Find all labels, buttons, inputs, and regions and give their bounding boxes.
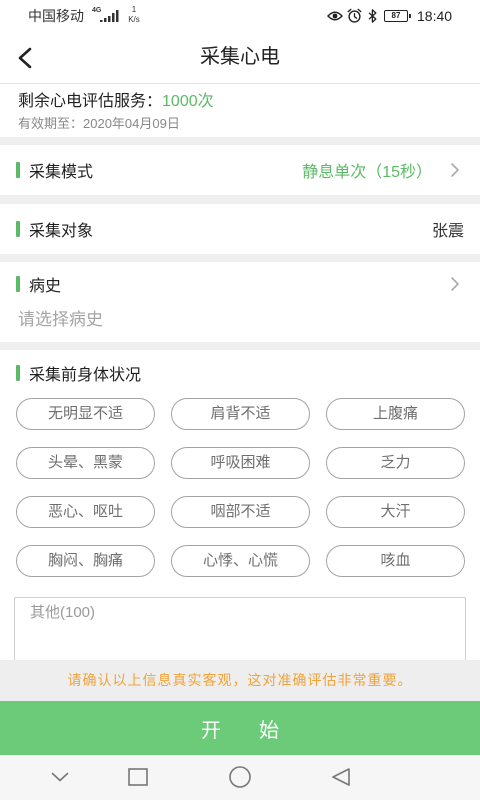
expiry-date: 有效期至：2020年04月09日 [18, 116, 180, 131]
ecg-collection-screen: 中国移动 4G 1 K/s 87 18:40 采集心电 剩余心电评估服务：100… [0, 0, 480, 800]
chevron-right-icon [451, 163, 459, 177]
medical-history-section: 病史 请选择病史 [0, 262, 480, 342]
chevron-down-icon [51, 772, 69, 782]
carrier-name: 中国移动 [28, 8, 84, 24]
collection-subject-value: 张震 [431, 223, 464, 240]
remaining-service-line: 剩余心电评估服务：1000次 [18, 91, 462, 113]
section-divider [0, 342, 480, 350]
service-label: 剩余心电评估服务： [18, 93, 163, 110]
chip-chest-tightness-pain[interactable]: 胸闷、胸痛 [16, 545, 155, 577]
body-condition-label: 采集前身体状况 [29, 367, 142, 384]
nav-hide-button[interactable] [51, 772, 69, 782]
condition-options: 无明显不适 肩背不适 上腹痛 头晕、黑蒙 呼吸困难 乏力 恶心、呕吐 咽部不适 … [0, 398, 480, 577]
battery-level: 87 [391, 11, 401, 20]
section-divider [0, 254, 480, 262]
header: 采集心电 [0, 32, 480, 84]
chip-throat-discomfort[interactable]: 咽部不适 [171, 496, 310, 528]
chip-dizziness-blackout[interactable]: 头晕、黑蒙 [16, 447, 155, 479]
chip-fatigue[interactable]: 乏力 [326, 447, 465, 479]
circle-icon [229, 766, 251, 788]
collection-mode-row[interactable]: 采集模式 静息单次（15秒） [0, 145, 480, 195]
service-count: 1000次 [162, 93, 214, 110]
bluetooth-icon [368, 9, 377, 23]
eye-icon [327, 11, 343, 21]
collection-subject-row: 采集对象 张震 [0, 204, 480, 254]
chip-upper-abdominal-pain[interactable]: 上腹痛 [326, 398, 465, 430]
nav-recents-button[interactable] [128, 768, 148, 786]
service-info: 剩余心电评估服务：1000次 有效期至：2020年04月09日 [0, 84, 480, 137]
confirmation-notice: 请确认以上信息真实客观，这对准确评估非常重要。 [0, 660, 480, 701]
collection-mode-value: 静息单次（15秒） [302, 164, 432, 181]
clock-time: 18:40 [417, 8, 453, 24]
battery-icon: 87 [384, 10, 411, 22]
section-marker [16, 162, 20, 178]
signal-icon [100, 10, 119, 22]
chip-breathing-difficulty[interactable]: 呼吸困难 [171, 447, 310, 479]
body-condition-header: 采集前身体状况 [0, 350, 480, 396]
section-divider [0, 195, 480, 204]
back-arrow-icon [18, 47, 32, 68]
triangle-back-icon [332, 768, 350, 786]
nav-home-button[interactable] [228, 765, 252, 789]
other-condition-input[interactable] [14, 597, 466, 660]
alarm-icon [347, 8, 362, 23]
chip-palpitations[interactable]: 心悸、心慌 [171, 545, 310, 577]
start-button[interactable]: 开始 [0, 701, 480, 755]
back-button[interactable] [8, 32, 52, 83]
speed-value: 1 [131, 5, 137, 14]
collection-subject-label: 采集对象 [29, 223, 94, 240]
chip-hemoptysis[interactable]: 咳血 [326, 545, 465, 577]
body-condition-section: 采集前身体状况 无明显不适 肩背不适 上腹痛 头晕、黑蒙 呼吸困难 乏力 恶心、… [0, 350, 480, 660]
status-bar: 中国移动 4G 1 K/s 87 18:40 [0, 0, 480, 32]
system-navigation-bar [0, 755, 480, 800]
section-divider [0, 137, 480, 145]
medical-history-label: 病史 [29, 278, 62, 295]
page-title: 采集心电 [200, 46, 280, 68]
collection-mode-label: 采集模式 [29, 164, 94, 181]
section-marker [16, 276, 20, 292]
chip-sweating[interactable]: 大汗 [326, 496, 465, 528]
section-marker [16, 221, 20, 237]
chevron-right-icon [451, 277, 459, 291]
square-icon [128, 768, 148, 786]
section-marker [16, 365, 20, 381]
nav-back-button[interactable] [331, 767, 351, 787]
network-speed: 1 K/s [124, 5, 144, 25]
medical-history-select[interactable]: 请选择病史 [0, 306, 480, 342]
chip-no-obvious-discomfort[interactable]: 无明显不适 [16, 398, 155, 430]
medical-history-placeholder: 请选择病史 [18, 310, 103, 329]
chip-nausea-vomiting[interactable]: 恶心、呕吐 [16, 496, 155, 528]
chip-shoulder-back-discomfort[interactable]: 肩背不适 [171, 398, 310, 430]
speed-unit: K/s [128, 15, 140, 24]
medical-history-row[interactable]: 病史 [0, 262, 480, 306]
form-content[interactable]: 剩余心电评估服务：1000次 有效期至：2020年04月09日 采集模式 静息单… [0, 84, 480, 660]
